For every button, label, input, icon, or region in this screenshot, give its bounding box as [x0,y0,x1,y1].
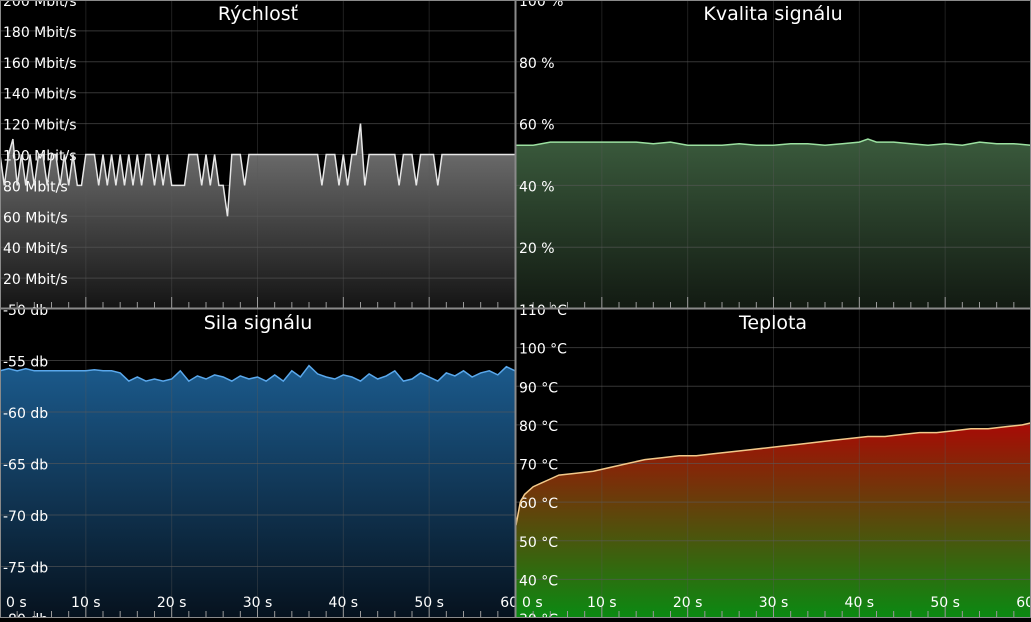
y-tick-label: 180 Mbit/s [3,25,77,41]
y-tick-label: -75 db [3,561,48,577]
x-tick-label: 20 s [157,595,187,611]
x-tick-label: 10 s [587,595,617,611]
y-tick-label: 60 Mbit/s [3,210,68,226]
chart-title: Sila signálu [204,312,313,334]
y-tick-label: -60 db [3,406,48,422]
y-tick-label: 80 °C [519,419,558,435]
y-tick-label: 90 °C [519,380,558,396]
y-tick-label: 60 °C [519,496,558,512]
y-tick-label: 110 °C [519,303,567,319]
y-tick-label: 20 % [519,241,555,257]
y-tick-label: 120 Mbit/s [3,118,77,134]
chart-title: Teplota [738,312,807,334]
x-tick-label: 0 s [6,595,27,611]
chart-panel-temperature: 110 °C 100 °C 90 °C 80 °C 70 °C 60 °C 50 °C 40 … [515,303,1031,622]
y-tick-label: 160 Mbit/s [3,56,77,72]
chart-panel-speed: 200 Mbit/s 180 Mbit/s 160 Mbit/s 140 Mbit/s… [0,0,516,309]
y-tick-label: 40 % [519,179,555,195]
y-tick-label: 200 Mbit/s [3,0,77,10]
chart-title: Kvalita signálu [703,3,842,25]
x-tick-label: 0 s [522,595,543,611]
dashboard: 200 Mbit/s 180 Mbit/s 160 Mbit/s 140 Mbit/s… [0,0,1031,622]
x-tick-label: 30 s [243,595,273,611]
y-tick-label: 80 % [519,56,555,72]
y-tick-label: 60 % [519,118,555,134]
chart-panel-strength: -50 db-55 db-60 db-65 db-70 db-75 db-80 … [0,303,530,622]
y-tick-label: 70 °C [519,458,558,474]
chart-title: Rýchlosť [218,3,299,25]
x-tick-label: 50 s [414,595,444,611]
y-tick-label: -70 db [3,509,48,525]
y-tick-label: -65 db [3,458,48,474]
x-tick-label: 20 s [673,595,703,611]
y-tick-label: 40 Mbit/s [3,241,68,257]
chart-panel-quality: 100 % 80 % 60 % 40 % 20 % Kvalita signálu [515,0,1031,309]
y-tick-label: 100 % [519,0,563,10]
y-tick-label: 20 Mbit/s [3,272,68,288]
y-tick-label: 100 °C [519,342,567,358]
x-tick-label: 10 s [71,595,101,611]
x-tick-label: 60 s [1016,595,1031,611]
y-tick-label: 140 Mbit/s [3,87,77,103]
x-tick-label: 40 s [845,595,875,611]
y-tick-label: 40 °C [519,573,558,589]
charts-canvas: 200 Mbit/s 180 Mbit/s 160 Mbit/s 140 Mbit/s… [0,0,1031,622]
y-tick-label: 50 °C [519,535,558,551]
x-tick-label: 30 s [759,595,789,611]
y-tick-label: -50 db [3,303,48,319]
x-tick-label: 40 s [329,595,359,611]
x-tick-label: 50 s [930,595,960,611]
